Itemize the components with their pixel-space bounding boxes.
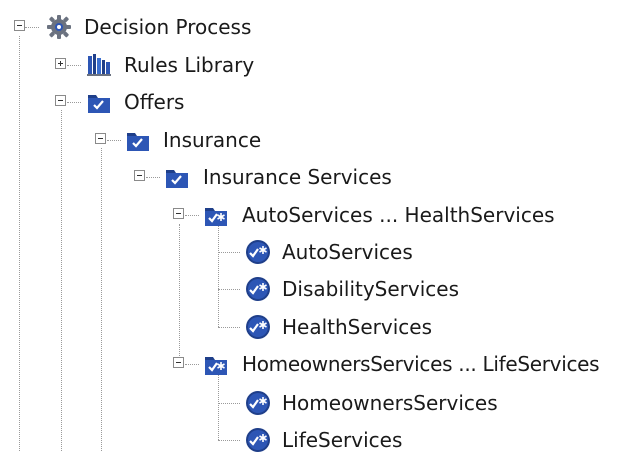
collapse-toggle[interactable] [134, 170, 145, 181]
expand-toggle[interactable] [55, 58, 66, 69]
tree-node-group-homeowners-life[interactable]: HomeownersServices ... LifeServices [0, 347, 642, 381]
node-label: Decision Process [84, 15, 252, 39]
checked-offer-icon [246, 277, 270, 301]
collapse-toggle[interactable] [14, 20, 25, 31]
tree-node-rules-library[interactable]: Rules Library [0, 48, 300, 82]
node-label: Insurance Services [203, 165, 392, 189]
tree-node-group-auto-health[interactable]: AutoServices ... HealthServices [0, 198, 600, 232]
gear-icon [47, 15, 71, 39]
collapse-toggle[interactable] [173, 357, 184, 368]
checked-offer-icon [246, 240, 270, 264]
node-label: Rules Library [124, 53, 255, 77]
node-label: LifeServices [282, 428, 403, 452]
checked-offer-icon [246, 428, 270, 452]
checked-offer-icon [246, 391, 270, 415]
node-label: AutoServices [282, 240, 413, 264]
node-label: HealthServices [282, 315, 433, 339]
node-label: DisabilityServices [282, 277, 460, 301]
checked-group-icon [205, 357, 227, 375]
checked-folder-icon [166, 170, 188, 188]
node-label: Offers [124, 90, 185, 114]
collapse-toggle[interactable] [55, 95, 66, 106]
decision-tree: Decision Process Rules Library Offers In… [0, 0, 642, 452]
library-books-icon [87, 54, 111, 76]
checked-folder-icon [127, 133, 149, 151]
checked-folder-icon [88, 95, 110, 113]
tree-node-insurance[interactable]: Insurance [0, 123, 300, 157]
tree-node-homeowners-services[interactable]: HomeownersServices [0, 386, 540, 420]
node-label: HomeownersServices [282, 391, 498, 415]
tree-node-decision-process[interactable]: Decision Process [0, 10, 300, 44]
checked-offer-icon [246, 315, 270, 339]
tree-node-insurance-services[interactable]: Insurance Services [0, 160, 420, 194]
tree-node-disability-services[interactable]: DisabilityServices [0, 272, 480, 306]
collapse-toggle[interactable] [95, 133, 106, 144]
collapse-toggle[interactable] [173, 208, 184, 219]
node-label: HomeownersServices ... LifeServices [242, 352, 600, 376]
node-label: Insurance [163, 128, 262, 152]
tree-node-auto-services[interactable]: AutoServices [0, 235, 440, 269]
node-label: AutoServices ... HealthServices [242, 203, 555, 227]
tree-node-offers[interactable]: Offers [0, 85, 300, 119]
tree-node-life-services[interactable]: LifeServices [0, 423, 440, 457]
tree-node-health-services[interactable]: HealthServices [0, 310, 460, 344]
checked-group-icon [205, 208, 227, 226]
